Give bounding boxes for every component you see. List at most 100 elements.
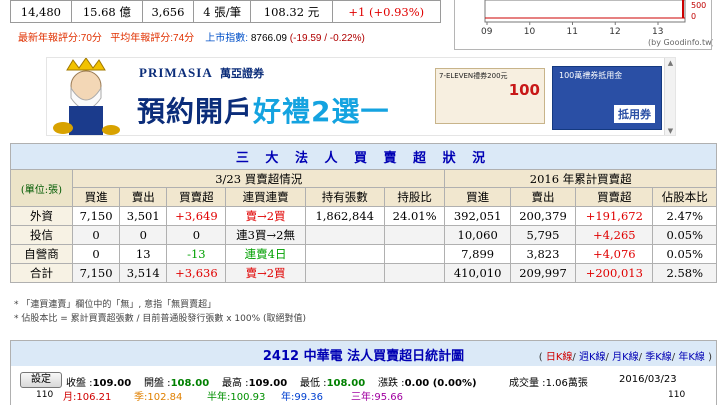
institutional-table: 三 大 法 人 買 賣 超 狀 況 (單位:張) 3/23 買賣超情況 2016… (10, 143, 717, 283)
ma-year: 年:99.36 (281, 392, 323, 403)
tab-quarterly-k[interactable]: 季K線 (645, 352, 672, 363)
index-value: 8766.09 (250, 33, 287, 44)
table-cell: 連3買→2無 (225, 225, 306, 245)
table-cell: 0 (119, 225, 168, 245)
k-line-tabs: ( 日K線/ 週K線/ 月K線/ 季K線/ 年K線 ) (538, 352, 712, 363)
chart-axis-left-label: 110 (36, 390, 54, 400)
table-cell: +4,076 (575, 244, 654, 264)
settings-button[interactable]: 設定 (20, 372, 62, 388)
institutional-column-header: 買進 賣出 買賣超 連買連賣 持有張數 持股比 買進 賣出 買賣超 佔股本比 (11, 187, 717, 207)
table-cell: 連賣4日 (225, 244, 306, 264)
tab-monthly-k[interactable]: 月K線 (612, 352, 639, 363)
moving-average-row: 月:106.21 季:102.84 半年:100.93 年:99.36 三年:9… (11, 387, 716, 403)
intraday-x-tick-label: 09 (481, 27, 493, 37)
ad-banner[interactable]: PRIMASIA 萬亞證券 預約開戶好禮2選一 7-ELEVEN禮券200元 1… (46, 57, 676, 136)
table-cell: 0 (71, 244, 121, 264)
intraday-x-tick-label: 11 (567, 27, 578, 37)
intraday-mini-chart: 09 10 11 12 13 500 0 (by Goodinfo.tw) (454, 0, 713, 50)
tab-yearly-k[interactable]: 年K線 (678, 352, 705, 363)
quote-stats-row: 14,480 15.68 億 3,656 4 張/筆 108.32 元 +1 (… (10, 0, 442, 23)
column-header: 買進 (71, 187, 121, 207)
column-header: 持股比 (383, 187, 446, 207)
ad-scrollbar[interactable]: ▲ ▼ (664, 58, 675, 135)
row-label: 投信 (10, 225, 73, 245)
table-cell: 5,795 (509, 225, 577, 245)
scroll-up-icon[interactable]: ▲ (666, 59, 675, 68)
coupon1-title: 7-ELEVEN禮券200元 (439, 72, 508, 80)
table-cell: 0.05% (652, 225, 717, 245)
institutional-group-header: (單位:張) 3/23 買賣超情況 2016 年累計買賣超 (10, 169, 717, 207)
table-cell (304, 263, 385, 283)
table-cell: 3,501 (119, 206, 168, 226)
column-header: 連買連賣 (225, 187, 306, 207)
intraday-x-tick-label: 12 (609, 27, 620, 37)
ratings-line: 最新年報評分:70分 平均年報評分:74分 上市指數: 8766.09 (-19… (18, 29, 458, 44)
ad-brand-name: PRIMASIA (139, 65, 213, 80)
table-cell: 2.58% (652, 263, 717, 283)
column-header: 賣出 (119, 187, 168, 207)
column-header: 買賣超 (575, 187, 654, 207)
index-label[interactable]: 上市指數: (205, 33, 248, 44)
quote-date: 2016/03/23 (619, 374, 677, 385)
intraday-chart-svg: 09 10 11 12 13 500 0 (by Goodinfo.tw) (481, 0, 713, 47)
table-cell: 410,010 (444, 263, 511, 283)
footnote: * 「連買連賣」欄位中的「無」, 意指「無買賣超」 (14, 300, 217, 310)
daily-title-row: 2412 中華電 法人買賣超日統計圖 ( 日K線/ 週K線/ 月K線/ 季K線/… (11, 341, 716, 366)
ad-headline-part1: 預約開戶 (137, 95, 254, 128)
table-cell: +3,636 (166, 263, 227, 283)
intraday-plot-frame (484, 0, 686, 23)
table-cell: 7,150 (71, 263, 121, 283)
table-cell: 13 (119, 244, 168, 264)
row-label: 外資 (10, 206, 73, 226)
ytd-label: 2016 年累計買賣超 (444, 169, 717, 188)
row-label: 自營商 (10, 244, 73, 264)
intraday-x-tick-label: 13 (652, 27, 663, 37)
tab-weekly-k[interactable]: 週K線 (579, 352, 606, 363)
institutional-title-row: 三 大 法 人 買 賣 超 狀 況 (10, 143, 717, 170)
vol-price-value: 108.32 元 (250, 0, 333, 23)
table-row: 投信 0 0 0 連3買→2無 10,060 5,795 +4,265 0.05% (10, 225, 717, 245)
period-label: 3/23 買賣超情況 (71, 169, 446, 188)
ad-headline-part2: 好禮2選一 (253, 95, 390, 128)
column-header: 持有張數 (304, 187, 385, 207)
intraday-x-ticks: 09 10 11 12 13 (481, 22, 663, 37)
footnote: * 佔股本比 = 累計買賣超張數 / 目前普通股發行張數 x 100% (取絕對… (14, 314, 307, 324)
column-header: 佔股本比 (652, 187, 717, 207)
table-cell: +4,265 (575, 225, 654, 245)
table-cell: 0 (166, 225, 227, 245)
chart-axis-right-label: 110 (668, 390, 686, 400)
table-cell: +3,649 (166, 206, 227, 226)
table-cell: 7,150 (71, 206, 121, 226)
blue-voucher-coupon: 100萬禮券抵用金 抵用券 (552, 66, 662, 130)
gold-coins-icon (53, 122, 73, 134)
table-cell: 0.05% (652, 244, 717, 264)
institutional-section: 三 大 法 人 買 賣 超 狀 況 (單位:張) 3/23 買賣超情況 2016… (10, 143, 717, 283)
goodinfo-credit: (by Goodinfo.tw) (648, 38, 713, 47)
table-cell: 392,051 (444, 206, 511, 226)
intraday-y-tick-500: 500 (691, 1, 706, 10)
avg-rating-label: 平均年報評分: (110, 33, 174, 44)
volume-value: 14,480 (10, 0, 72, 23)
intraday-x-tick-label: 10 (524, 27, 536, 37)
latest-rating-value: 70分 (80, 33, 102, 44)
table-cell (383, 244, 446, 264)
scroll-down-icon[interactable]: ▼ (666, 127, 675, 135)
tab-daily-k[interactable]: 日K線 (546, 352, 573, 363)
crown-icon (66, 58, 106, 71)
daily-quote-row: 設定 收盤 :109.00 開盤 :108.00 最高 :109.00 最低 :… (11, 368, 716, 389)
table-cell: +200,013 (575, 263, 654, 283)
table-row: 外資 7,150 3,501 +3,649 賣→2買 1,862,844 24.01% 392… (10, 206, 717, 226)
institutional-title: 三 大 法 人 買 賣 超 狀 況 (10, 143, 717, 170)
column-header: 買進 (444, 187, 511, 207)
coupon2-title: 100萬禮券抵用金 (559, 71, 623, 80)
table-cell: 賣→2買 (225, 263, 306, 283)
intraday-y-tick-0: 0 (691, 12, 696, 21)
table-cell: 3,823 (509, 244, 577, 264)
ma-half-year: 半年:100.93 (207, 392, 266, 403)
table-cell: 賣→2買 (225, 206, 306, 226)
index-change: (-19.59 / -0.22%) (289, 33, 365, 44)
table-cell (383, 263, 446, 283)
seven-eleven-coupon: 7-ELEVEN禮券200元 100 (435, 68, 545, 124)
unit-label: (單位:張) (10, 169, 73, 207)
table-cell: 24.01% (383, 206, 446, 226)
